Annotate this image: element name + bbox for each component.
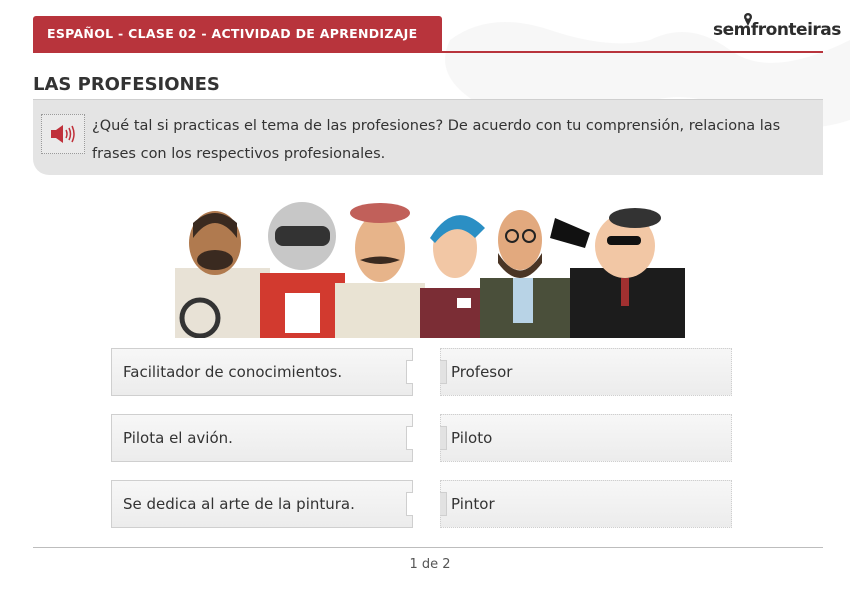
- phrase-card-2: Pilota el avión.: [111, 414, 413, 462]
- header-divider: [33, 51, 823, 53]
- instruction-text: ¿Qué tal si practicas el tema de las pro…: [92, 118, 781, 162]
- header-title: ESPAÑOL - CLASE 02 - ACTIVIDAD DE APREND…: [47, 26, 418, 41]
- brand-logo: semfronteiras: [713, 20, 841, 40]
- audio-play-button[interactable]: [41, 114, 85, 154]
- profession-card-piloto[interactable]: Piloto: [440, 414, 732, 462]
- profession-card-pintor[interactable]: Pintor: [440, 480, 732, 528]
- footer-divider: [33, 547, 823, 548]
- phrase-text: Facilitador de conocimientos.: [123, 363, 343, 381]
- section-title: LAS PROFESIONES: [33, 74, 220, 95]
- header-bar: ESPAÑOL - CLASE 02 - ACTIVIDAD DE APREND…: [33, 16, 442, 51]
- profession-label: Piloto: [451, 429, 493, 447]
- speaker-icon: [51, 125, 75, 143]
- profession-label: Profesor: [451, 363, 513, 381]
- phrase-card-3: Se dedica al arte de la pintura.: [111, 480, 413, 528]
- phrase-text: Se dedica al arte de la pintura.: [123, 495, 355, 513]
- page-indicator: 1 de 2: [409, 557, 451, 572]
- professions-characters-illustration: [175, 202, 685, 338]
- profession-label: Pintor: [451, 495, 495, 513]
- phrase-card-1: Facilitador de conocimientos.: [111, 348, 413, 396]
- profession-card-profesor[interactable]: Profesor: [440, 348, 732, 396]
- phrase-text: Pilota el avión.: [123, 429, 233, 447]
